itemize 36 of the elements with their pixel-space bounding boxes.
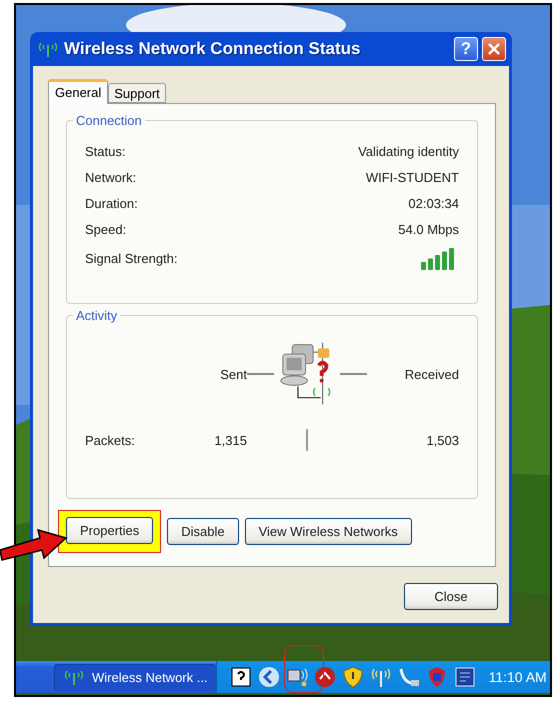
taskbar-item[interactable]: Wireless Network ...: [54, 664, 216, 690]
received-label: Received: [404, 366, 459, 382]
help-icon[interactable]: [228, 665, 253, 689]
tab[interactable]: General: [48, 79, 108, 104]
packets-received: 1,503: [426, 432, 459, 448]
field-label: Duration:: [85, 196, 138, 210]
field-label: Status:: [85, 144, 126, 158]
clock: 11:10 AM: [488, 669, 547, 685]
group-title: Activity: [73, 308, 120, 323]
book-icon[interactable]: [452, 665, 477, 689]
divider-line: [306, 429, 308, 451]
field-label: Speed:: [85, 222, 126, 236]
antenna-icon: [62, 669, 86, 685]
packets-sent: 1,315: [214, 432, 247, 448]
dialog-button[interactable]: Disable: [167, 518, 239, 545]
field-label: Network:: [85, 170, 136, 184]
connector-line: [247, 373, 274, 375]
antenna-icon: [36, 41, 60, 57]
field-value: 54.0 Mbps: [398, 222, 459, 236]
close-button[interactable]: Close: [404, 583, 498, 610]
dialog-button[interactable]: View Wireless Networks: [244, 518, 412, 545]
field-value: 02:03:34: [408, 196, 459, 210]
field-value: Validating identity: [358, 144, 459, 158]
window-title: Wireless Network Connection Status: [64, 39, 362, 59]
highlight-ring: [284, 645, 324, 693]
field-value: WIFI-STUDENT: [366, 170, 459, 184]
dialog-button[interactable]: Properties: [66, 517, 154, 544]
field-label: Signal Strength:: [85, 250, 178, 266]
connector-line: [340, 373, 367, 375]
tab[interactable]: Support: [108, 83, 166, 103]
close-icon[interactable]: [482, 37, 506, 61]
packets-label: Packets:: [85, 432, 136, 448]
stop-icon[interactable]: [312, 665, 337, 689]
shield-icon[interactable]: [340, 665, 365, 689]
sent-label: Sent: [220, 366, 247, 382]
group-title: Connection: [73, 113, 145, 128]
